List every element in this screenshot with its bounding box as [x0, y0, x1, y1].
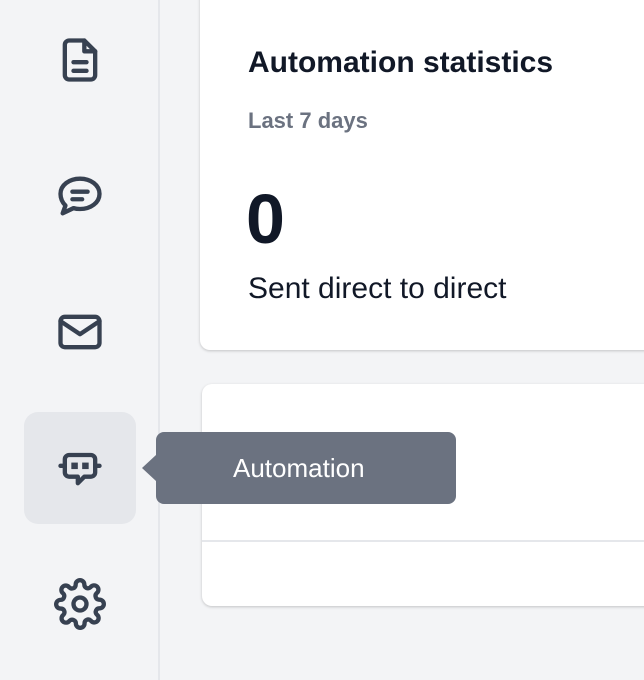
mail-icon: [58, 314, 102, 350]
chat-icon: [58, 176, 102, 216]
automation-stats-card: Automation statistics Last 7 days 0 Sent…: [200, 0, 644, 350]
card-title: Automation statistics: [248, 46, 554, 79]
stat-label: Sent direct to direct: [248, 272, 507, 305]
sidebar-item-documents[interactable]: [24, 4, 136, 116]
document-icon: [62, 38, 98, 82]
card-divider: [202, 540, 644, 542]
tooltip-arrow: [142, 455, 156, 481]
sidebar: [0, 0, 160, 680]
robot-icon: [58, 452, 102, 486]
stat-value: 0: [246, 180, 285, 258]
sidebar-item-messages[interactable]: [24, 140, 136, 252]
sidebar-item-mail[interactable]: [24, 276, 136, 388]
card-subtitle: Last 7 days: [248, 108, 368, 133]
automation-tooltip: Automation: [156, 432, 456, 504]
sidebar-item-automation[interactable]: [24, 412, 136, 524]
gear-icon: [54, 578, 106, 630]
sidebar-item-settings[interactable]: [24, 548, 136, 660]
